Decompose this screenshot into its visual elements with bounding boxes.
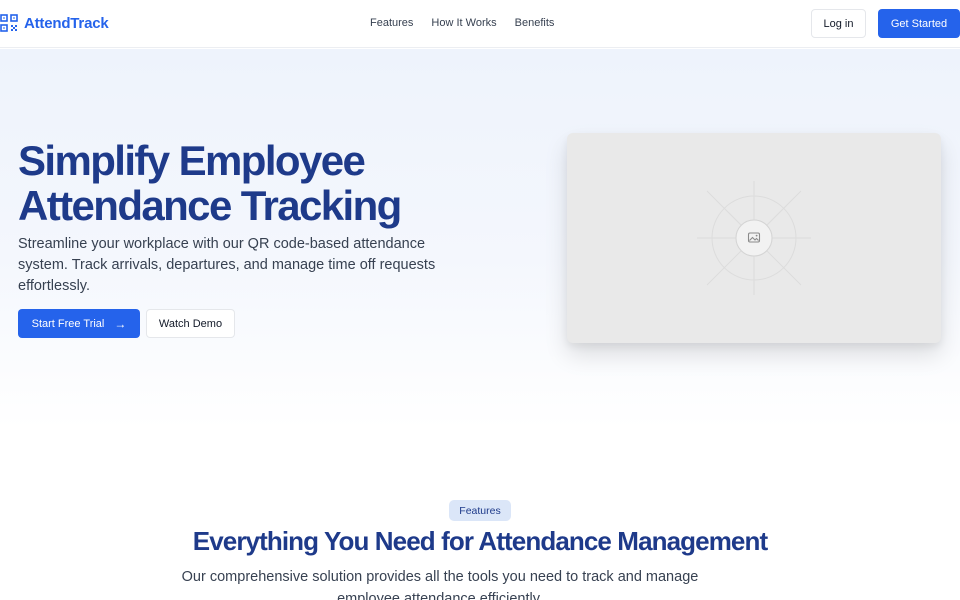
brand-name: AttendTrack [24, 14, 109, 32]
hero-section: Simplify Employee Attendance Tracking St… [0, 49, 960, 429]
nav-link-features[interactable]: Features [370, 17, 413, 29]
login-button[interactable]: Log in [811, 9, 866, 38]
features-subtitle: Our comprehensive solution provides all … [181, 569, 699, 600]
site-header: AttendTrack Features How It Works Benefi… [0, 0, 960, 48]
features-title: Everything You Need for Attendance Manag… [192, 526, 768, 556]
qr-code-icon [0, 14, 18, 32]
hero-title: Simplify Employee Attendance Tracking [18, 138, 498, 228]
watch-demo-button[interactable]: Watch Demo [146, 309, 235, 338]
get-started-button[interactable]: Get Started [878, 9, 960, 38]
hero-title-line-1: Simplify Employee [18, 137, 366, 184]
start-free-trial-label: Start Free Trial [31, 317, 105, 330]
hero-title-line-2: Attendance Tracking [18, 182, 402, 229]
arrow-right-icon: → [114, 316, 127, 331]
main-nav: Features How It Works Benefits [370, 17, 572, 29]
features-badge: Features [449, 500, 511, 521]
hero-subtitle: Streamline your workplace with our QR co… [18, 236, 436, 294]
image-placeholder-icon [697, 181, 811, 295]
brand-logo[interactable]: AttendTrack [0, 14, 109, 32]
nav-link-benefits[interactable]: Benefits [515, 17, 555, 29]
hero-image-placeholder [567, 133, 941, 343]
nav-link-how-it-works[interactable]: How It Works [431, 17, 496, 29]
start-free-trial-button[interactable]: Start Free Trial → [18, 309, 140, 338]
